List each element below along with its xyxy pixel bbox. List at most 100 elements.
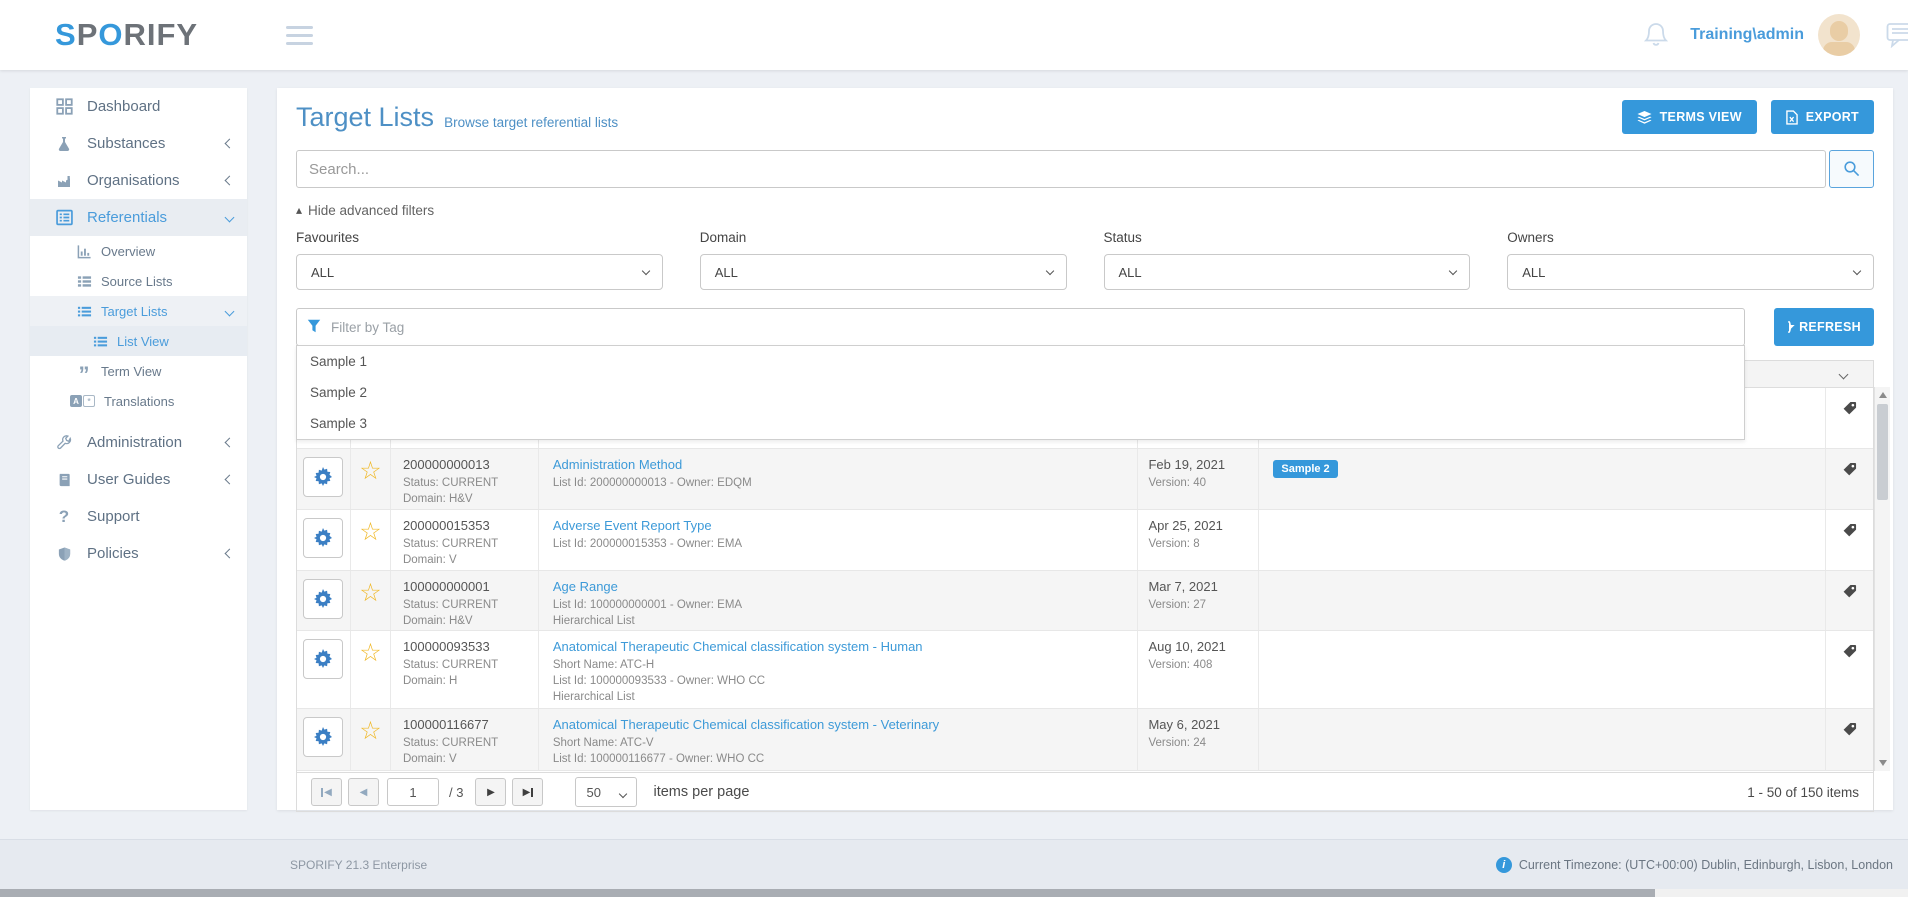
list-name-link[interactable]: Administration Method — [553, 457, 1138, 475]
table-scrollbar[interactable] — [1874, 387, 1890, 771]
favourite-star-icon[interactable]: ☆ — [359, 720, 381, 770]
sidebar-item-administration[interactable]: Administration — [30, 424, 247, 461]
sidebar-item-label: Organisations — [87, 172, 180, 189]
list-name-link[interactable]: Anatomical Therapeutic Chemical classifi… — [553, 639, 1138, 657]
question-icon: ? — [54, 507, 74, 527]
favourites-filter-select[interactable]: ALL — [296, 254, 663, 290]
sidebar-item-overview[interactable]: Overview — [30, 236, 247, 266]
page-size-select[interactable]: 50 — [575, 777, 637, 807]
shield-icon — [54, 546, 74, 562]
prev-page-button[interactable]: ◀ — [348, 778, 379, 806]
owners-filter-select[interactable]: ALL — [1507, 254, 1874, 290]
row-settings-button[interactable] — [303, 579, 343, 619]
version-label: Version: 408 — [1148, 657, 1258, 673]
gear-icon — [313, 727, 333, 747]
sidebar-item-organisations[interactable]: Organisations — [30, 162, 247, 199]
tag-icon[interactable] — [1842, 523, 1857, 570]
domain-label: Domain: H — [403, 673, 538, 689]
chat-icon[interactable] — [1886, 22, 1908, 48]
app-logo[interactable]: SPORIFY — [55, 17, 198, 53]
header-chevron-down-icon[interactable] — [1839, 369, 1849, 379]
list-icon — [76, 274, 92, 289]
first-page-button[interactable]: ◀ — [311, 778, 342, 806]
list-id-label: List Id: 200000000013 - Owner: EDQM — [553, 475, 1138, 491]
row-settings-button[interactable] — [303, 639, 343, 679]
sidebar-item-label: Substances — [87, 135, 165, 152]
horizontal-scrollbar[interactable] — [0, 889, 1908, 897]
sidebar-item-substances[interactable]: Substances — [30, 125, 247, 162]
tag-icon[interactable] — [1842, 722, 1857, 770]
hierarchical-list-label: Hierarchical List — [553, 689, 1138, 705]
terms-view-button[interactable]: TERMS VIEW — [1622, 100, 1757, 134]
favourite-star-icon[interactable]: ☆ — [359, 460, 381, 509]
tag-dropdown: Sample 1Sample 2Sample 3 — [296, 345, 1745, 440]
favourite-star-icon[interactable]: ☆ — [359, 582, 381, 630]
row-settings-button[interactable] — [303, 717, 343, 757]
domain-label: Domain: V — [403, 751, 538, 767]
sidebar-item-translations[interactable]: A* Translations — [30, 386, 247, 416]
chevron-down-icon — [1045, 267, 1053, 275]
gear-icon — [313, 589, 333, 609]
notifications-bell-icon[interactable] — [1644, 22, 1668, 48]
hide-advanced-filters-link[interactable]: ▴ Hide advanced filters — [296, 200, 1874, 220]
tag-icon[interactable] — [1842, 644, 1857, 708]
export-file-icon — [1786, 110, 1798, 125]
main-panel: Target Lists Browse target referential l… — [277, 88, 1893, 810]
tag-icon[interactable] — [1842, 584, 1857, 630]
scroll-down-icon[interactable] — [1879, 760, 1887, 766]
favourite-star-icon[interactable]: ☆ — [359, 642, 381, 708]
chevron-down-icon — [642, 267, 650, 275]
date-label: Feb 19, 2021 — [1148, 457, 1258, 475]
username-label[interactable]: Training\admin — [1690, 26, 1804, 44]
sidebar-item-support[interactable]: ? Support — [30, 498, 247, 535]
tag-option[interactable]: Sample 3 — [297, 408, 1744, 439]
version-label: Version: 27 — [1148, 597, 1258, 613]
next-page-button[interactable]: ▶ — [475, 778, 506, 806]
list-id-label: List Id: 100000116677 - Owner: WHO CC — [553, 751, 1138, 767]
list-icon — [76, 304, 92, 319]
sidebar-item-dashboard[interactable]: Dashboard — [30, 88, 247, 125]
scroll-up-icon[interactable] — [1879, 392, 1887, 398]
sidebar-item-source-lists[interactable]: Source Lists — [30, 266, 247, 296]
date-label: May 6, 2021 — [1148, 717, 1258, 735]
avatar[interactable] — [1818, 14, 1860, 56]
tag-icon[interactable] — [1842, 401, 1857, 448]
list-name-link[interactable]: Anatomical Therapeutic Chemical classifi… — [553, 717, 1138, 735]
scrollbar-thumb[interactable] — [1877, 404, 1888, 500]
status-filter-select[interactable]: ALL — [1104, 254, 1471, 290]
domain-filter-select[interactable]: ALL — [700, 254, 1067, 290]
last-page-button[interactable]: ▶ — [512, 778, 543, 806]
short-name-label: Short Name: ATC-V — [553, 735, 1138, 751]
sidebar-item-term-view[interactable]: ” Term View — [30, 356, 247, 386]
favourite-star-icon[interactable]: ☆ — [359, 521, 381, 570]
sidebar-item-target-lists[interactable]: Target Lists — [30, 296, 247, 326]
first-page-icon: ◀ — [324, 787, 332, 798]
refresh-button[interactable]: REFRESH — [1774, 308, 1874, 346]
tag-option[interactable]: Sample 2 — [297, 377, 1744, 408]
horizontal-scrollbar-thumb[interactable] — [0, 889, 1655, 897]
list-name-link[interactable]: Adverse Event Report Type — [553, 518, 1138, 536]
search-button[interactable] — [1829, 150, 1874, 188]
sidebar-item-policies[interactable]: Policies — [30, 535, 247, 572]
tag-option[interactable]: Sample 1 — [297, 346, 1744, 377]
version-label: Version: 8 — [1148, 536, 1258, 552]
top-bar: SPORIFY Training\admin — [0, 0, 1908, 70]
sidebar-item-label: Administration — [87, 434, 182, 451]
sidebar-item-referentials[interactable]: Referentials — [30, 199, 247, 236]
next-page-icon: ▶ — [487, 787, 495, 798]
sidebar-item-user-guides[interactable]: User Guides — [30, 461, 247, 498]
page-number-input[interactable] — [387, 778, 439, 806]
last-page-icon: ▶ — [523, 787, 531, 798]
row-settings-button[interactable] — [303, 518, 343, 558]
chevron-left-icon — [225, 176, 235, 186]
sidebar-item-list-view[interactable]: List View — [30, 326, 247, 356]
tag-icon[interactable] — [1842, 462, 1857, 509]
sidebar-toggle-icon[interactable] — [286, 26, 313, 45]
list-name-link[interactable]: Age Range — [553, 579, 1138, 597]
tag-filter-input[interactable] — [296, 308, 1745, 346]
export-button[interactable]: EXPORT — [1771, 100, 1874, 134]
search-input[interactable] — [296, 150, 1826, 188]
row-settings-button[interactable] — [303, 457, 343, 497]
chevron-down-icon — [1449, 267, 1457, 275]
sidebar-item-label: Source Lists — [101, 274, 173, 289]
